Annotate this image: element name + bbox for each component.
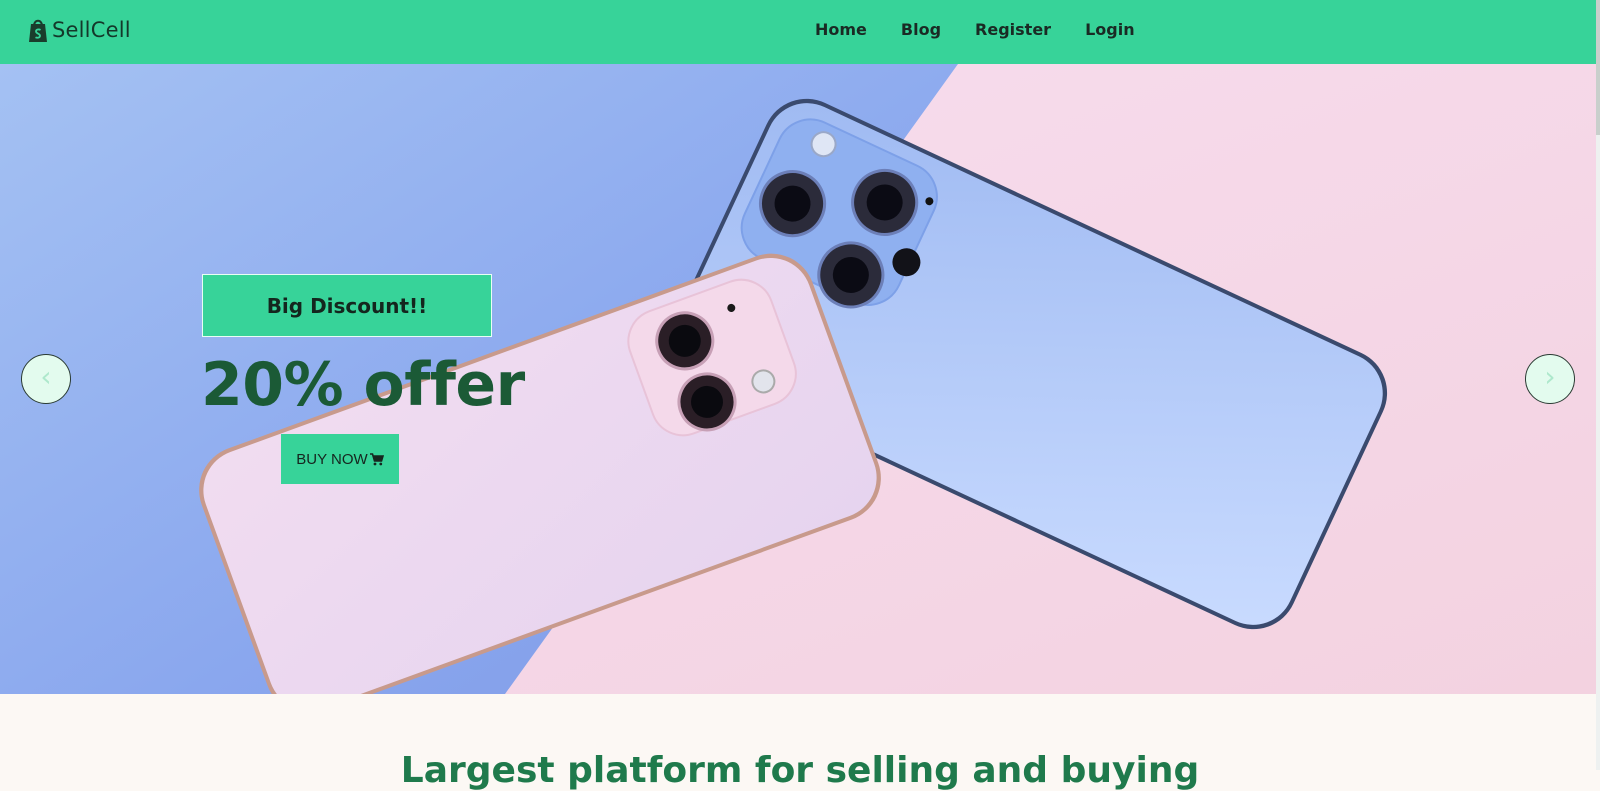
discount-badge-text: Big Discount!! <box>266 293 428 318</box>
nav-home-link[interactable]: Home <box>815 20 867 39</box>
brand-link[interactable]: SellCell <box>28 17 131 43</box>
buy-now-label: BUY NOW <box>296 450 368 468</box>
chevron-left-icon: ‹ <box>40 360 52 393</box>
brand-name: SellCell <box>52 18 131 42</box>
page-scrollbar[interactable] <box>1596 0 1600 770</box>
nav-blog-link[interactable]: Blog <box>901 20 941 39</box>
cart-icon <box>369 452 384 465</box>
buy-now-button[interactable]: BUY NOW <box>281 434 399 484</box>
nav-links: Home Blog Register Login <box>815 20 1169 39</box>
scrollbar-thumb[interactable] <box>1596 0 1600 135</box>
chevron-right-icon: › <box>1544 360 1556 393</box>
section-heading: Largest platform for selling and buying <box>400 750 1200 791</box>
offer-headline: 20% offer <box>201 350 525 420</box>
intro-section: Largest platform for selling and buying <box>0 694 1600 791</box>
navbar: SellCell Home Blog Register Login <box>0 0 1600 64</box>
nav-register-link[interactable]: Register <box>975 20 1051 39</box>
discount-badge: Big Discount!! <box>202 274 492 337</box>
nav-login-link[interactable]: Login <box>1085 20 1135 39</box>
carousel-prev-button[interactable]: ‹ <box>21 354 71 404</box>
carousel-next-button[interactable]: › <box>1525 354 1575 404</box>
hero-carousel: Big Discount!! 20% offer BUY NOW ‹ › <box>0 64 1600 694</box>
shopify-bag-icon <box>29 19 47 42</box>
